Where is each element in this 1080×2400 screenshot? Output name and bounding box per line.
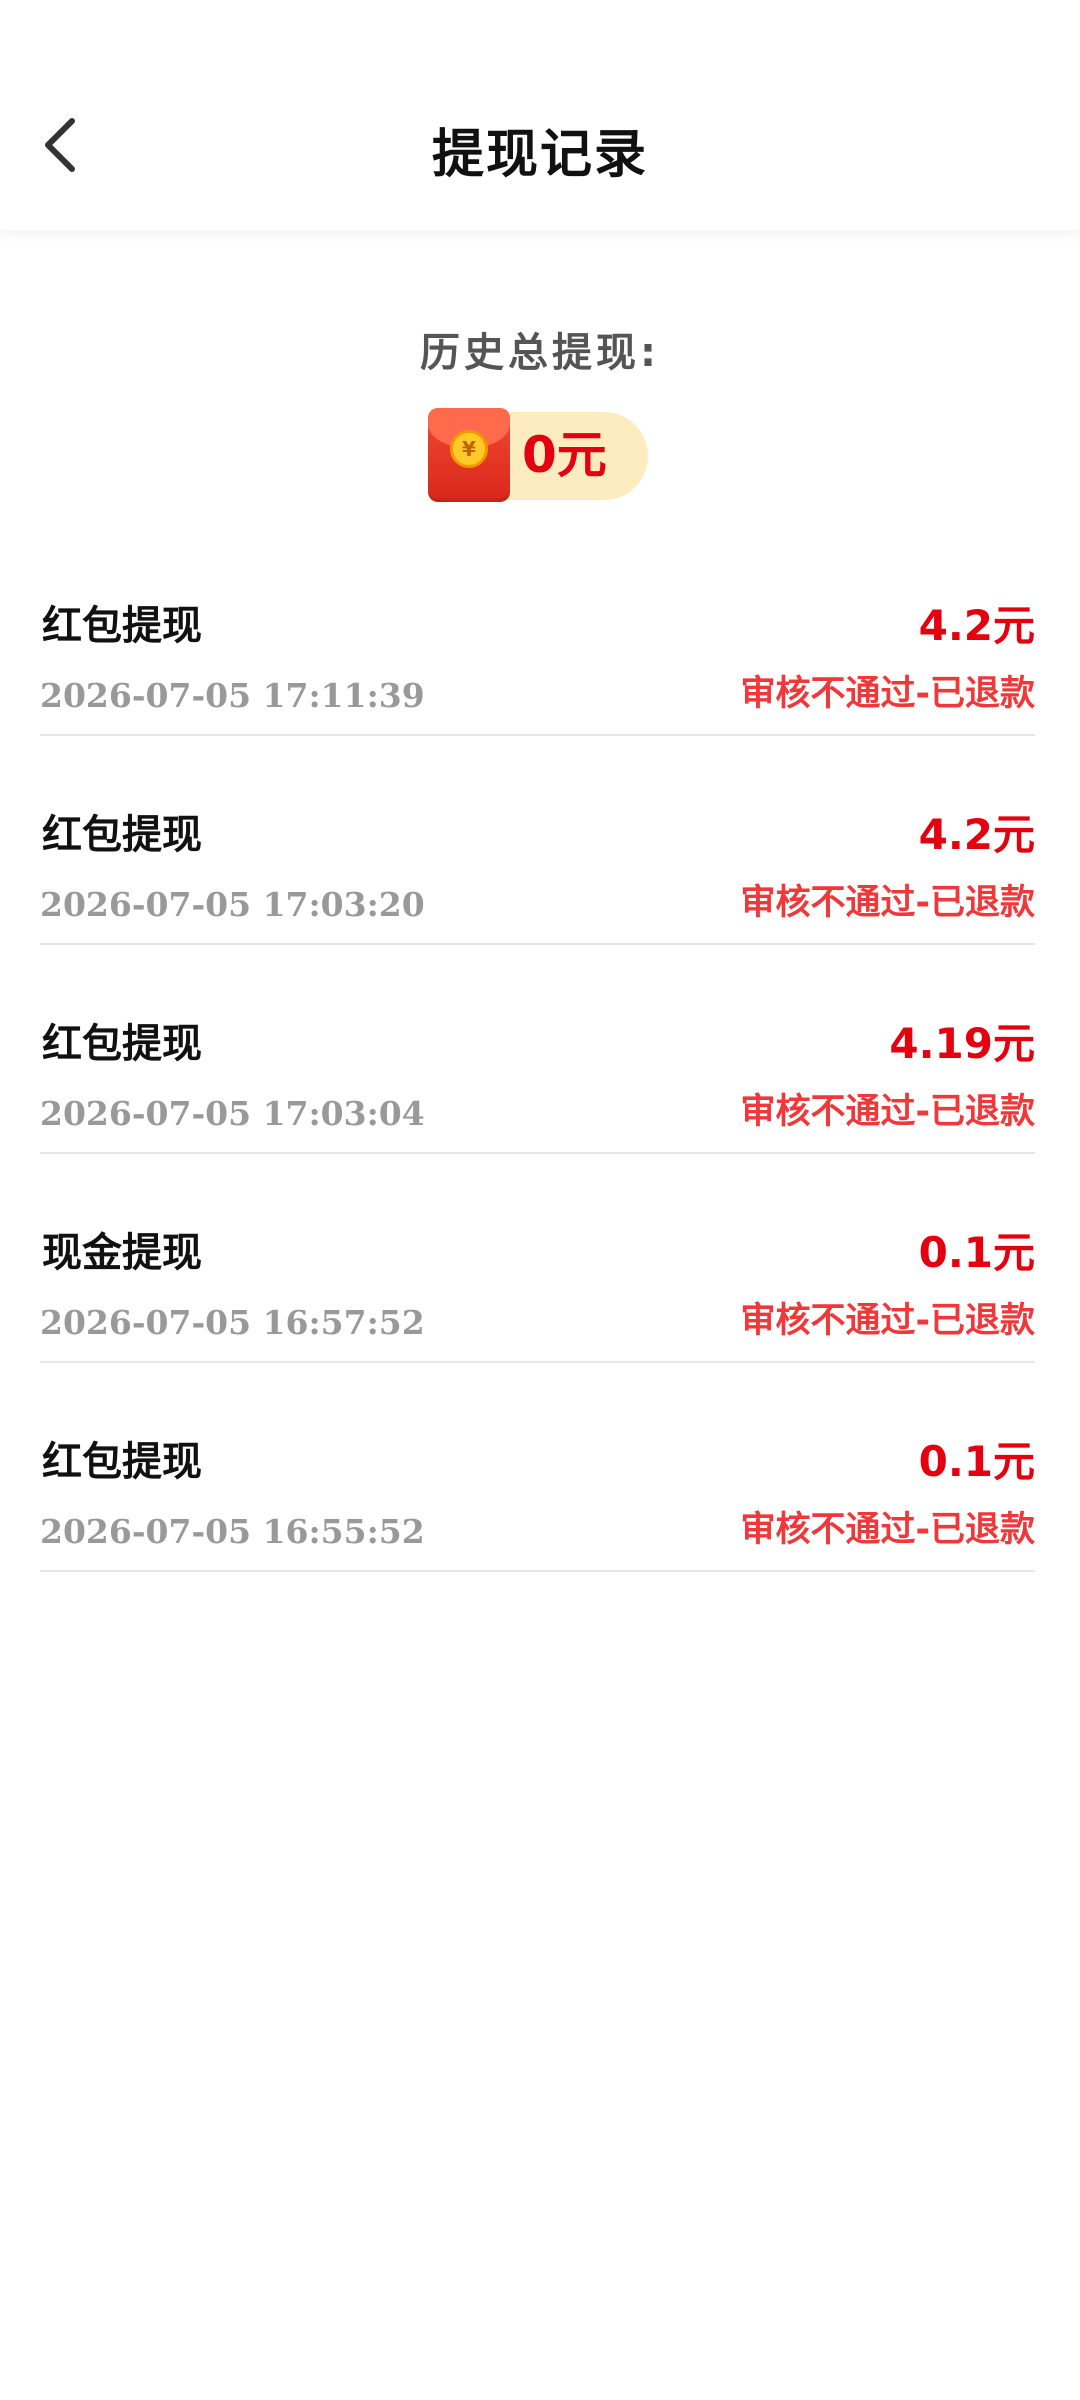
withdrawal-record[interactable]: 现金提现 0.1元 2026-07-05 16:57:52 审核不通过-已退款 bbox=[40, 1227, 1035, 1435]
red-envelope-icon: ¥ bbox=[428, 408, 510, 502]
record-status: 审核不通过-已退款 bbox=[740, 674, 1035, 714]
divider bbox=[40, 1570, 1035, 1572]
record-status: 审核不通过-已退款 bbox=[740, 1301, 1035, 1341]
divider bbox=[40, 1152, 1035, 1154]
record-time: 2026-07-05 17:03:20 bbox=[40, 885, 425, 924]
record-status: 审核不通过-已退款 bbox=[740, 1510, 1035, 1550]
coin-icon: ¥ bbox=[450, 430, 488, 468]
divider bbox=[40, 1361, 1035, 1363]
record-type: 红包提现 bbox=[42, 603, 202, 649]
record-time: 2026-07-05 16:57:52 bbox=[40, 1303, 425, 1342]
record-type: 红包提现 bbox=[42, 1439, 202, 1485]
total-withdrawal-label: 历史总提现: bbox=[420, 330, 660, 376]
record-amount: 4.19元 bbox=[889, 1019, 1035, 1068]
record-time: 2026-07-05 16:55:52 bbox=[40, 1512, 425, 1551]
withdrawal-record[interactable]: 红包提现 4.2元 2026-07-05 17:03:20 审核不通过-已退款 bbox=[40, 809, 1035, 1017]
record-amount: 0.1元 bbox=[918, 1437, 1035, 1486]
withdrawal-record[interactable]: 红包提现 4.2元 2026-07-05 17:11:39 审核不通过-已退款 bbox=[40, 600, 1035, 808]
top-bar: 提现记录 bbox=[0, 0, 1080, 230]
record-amount: 4.2元 bbox=[918, 601, 1035, 650]
divider bbox=[40, 734, 1035, 736]
divider bbox=[40, 943, 1035, 945]
record-amount: 0.1元 bbox=[918, 1228, 1035, 1277]
record-type: 红包提现 bbox=[42, 812, 202, 858]
record-time: 2026-07-05 17:03:04 bbox=[40, 1094, 425, 1133]
record-type: 现金提现 bbox=[42, 1230, 202, 1276]
withdrawal-record[interactable]: 红包提现 4.19元 2026-07-05 17:03:04 审核不通过-已退款 bbox=[40, 1018, 1035, 1226]
total-withdrawal-amount: 0元 bbox=[522, 426, 607, 484]
record-status: 审核不通过-已退款 bbox=[740, 883, 1035, 923]
record-time: 2026-07-05 17:11:39 bbox=[40, 676, 425, 715]
record-type: 红包提现 bbox=[42, 1021, 202, 1067]
page-title: 提现记录 bbox=[431, 125, 648, 185]
record-status: 审核不通过-已退款 bbox=[740, 1092, 1035, 1132]
record-amount: 4.2元 bbox=[918, 810, 1035, 859]
withdrawal-record[interactable]: 红包提现 0.1元 2026-07-05 16:55:52 审核不通过-已退款 bbox=[40, 1436, 1035, 1644]
